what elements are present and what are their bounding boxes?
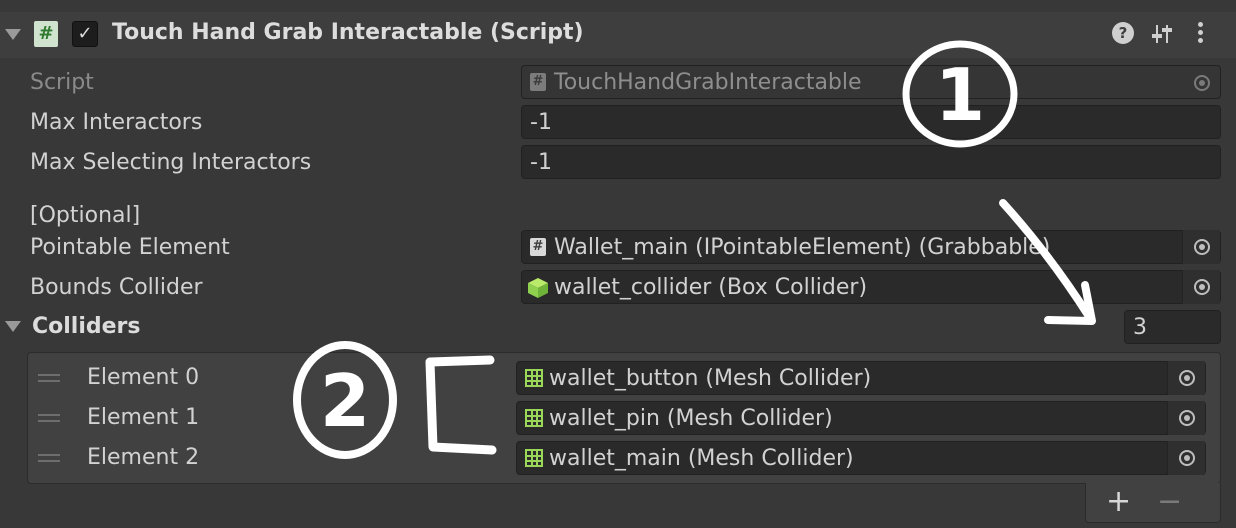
mesh-collider-icon: [525, 449, 543, 467]
script-file-icon: #: [530, 73, 546, 91]
element-2-label: Element 2: [87, 445, 200, 470]
foldout-arrow-icon[interactable]: [5, 29, 21, 40]
box-collider-icon: [528, 278, 548, 298]
colliders-size-value: 3: [1133, 315, 1147, 340]
object-picker-icon[interactable]: [1167, 361, 1205, 395]
object-picker-icon[interactable]: [1182, 230, 1220, 264]
bounds-collider-value: wallet_collider (Box Collider): [554, 275, 868, 300]
max-selecting-interactors-label: Max Selecting Interactors: [30, 150, 312, 175]
element-1-value: wallet_pin (Mesh Collider): [549, 406, 833, 431]
bounds-collider-field[interactable]: wallet_collider (Box Collider): [521, 270, 1221, 304]
pointable-element-label: Pointable Element: [30, 235, 230, 260]
script-file-icon: #: [530, 238, 546, 256]
script-value: TouchHandGrabInteractable: [554, 70, 862, 95]
colliders-label[interactable]: Colliders: [32, 314, 141, 339]
max-interactors-value: -1: [530, 110, 552, 135]
pointable-element-value: Wallet_main (IPointableElement) (Grabbab…: [554, 235, 1051, 260]
max-interactors-label: Max Interactors: [30, 110, 203, 135]
max-selecting-interactors-input[interactable]: -1: [521, 145, 1221, 179]
object-picker-icon[interactable]: [1182, 270, 1220, 304]
help-icon[interactable]: ?: [1112, 22, 1134, 44]
element-1-field[interactable]: wallet_pin (Mesh Collider): [516, 401, 1206, 435]
preset-sliders-icon[interactable]: [1151, 22, 1175, 46]
element-0-value: wallet_button (Mesh Collider): [549, 366, 872, 391]
colliders-size-input[interactable]: 3: [1124, 310, 1221, 344]
drag-handle-icon[interactable]: [38, 454, 60, 462]
component-enabled-checkbox[interactable]: ✓: [72, 21, 98, 47]
element-2-field[interactable]: wallet_main (Mesh Collider): [516, 441, 1206, 475]
object-picker-icon[interactable]: [1167, 401, 1205, 435]
add-element-button[interactable]: +: [1106, 487, 1131, 517]
drag-handle-icon[interactable]: [38, 374, 60, 382]
script-icon: #: [34, 21, 58, 47]
optional-header: [Optional]: [30, 203, 141, 228]
element-0-field[interactable]: wallet_button (Mesh Collider): [516, 361, 1206, 395]
script-label: Script: [30, 70, 94, 95]
script-field: # TouchHandGrabInteractable: [521, 65, 1221, 99]
element-1-label: Element 1: [87, 405, 200, 430]
max-interactors-input[interactable]: -1: [521, 105, 1221, 139]
colliders-foldout-arrow-icon[interactable]: [5, 321, 21, 332]
object-picker-icon: [1182, 66, 1220, 100]
max-selecting-interactors-value: -1: [530, 150, 552, 175]
object-picker-icon[interactable]: [1167, 441, 1205, 475]
mesh-collider-icon: [525, 369, 543, 387]
element-0-label: Element 0: [87, 365, 200, 390]
remove-element-button[interactable]: −: [1157, 487, 1182, 517]
pointable-element-field[interactable]: # Wallet_main (IPointableElement) (Grabb…: [521, 230, 1221, 264]
bounds-collider-label: Bounds Collider: [30, 275, 203, 300]
mesh-collider-icon: [525, 409, 543, 427]
component-title: Touch Hand Grab Interactable (Script): [112, 20, 584, 45]
element-2-value: wallet_main (Mesh Collider): [549, 446, 854, 471]
drag-handle-icon[interactable]: [38, 414, 60, 422]
more-vertical-icon[interactable]: [1198, 22, 1204, 46]
